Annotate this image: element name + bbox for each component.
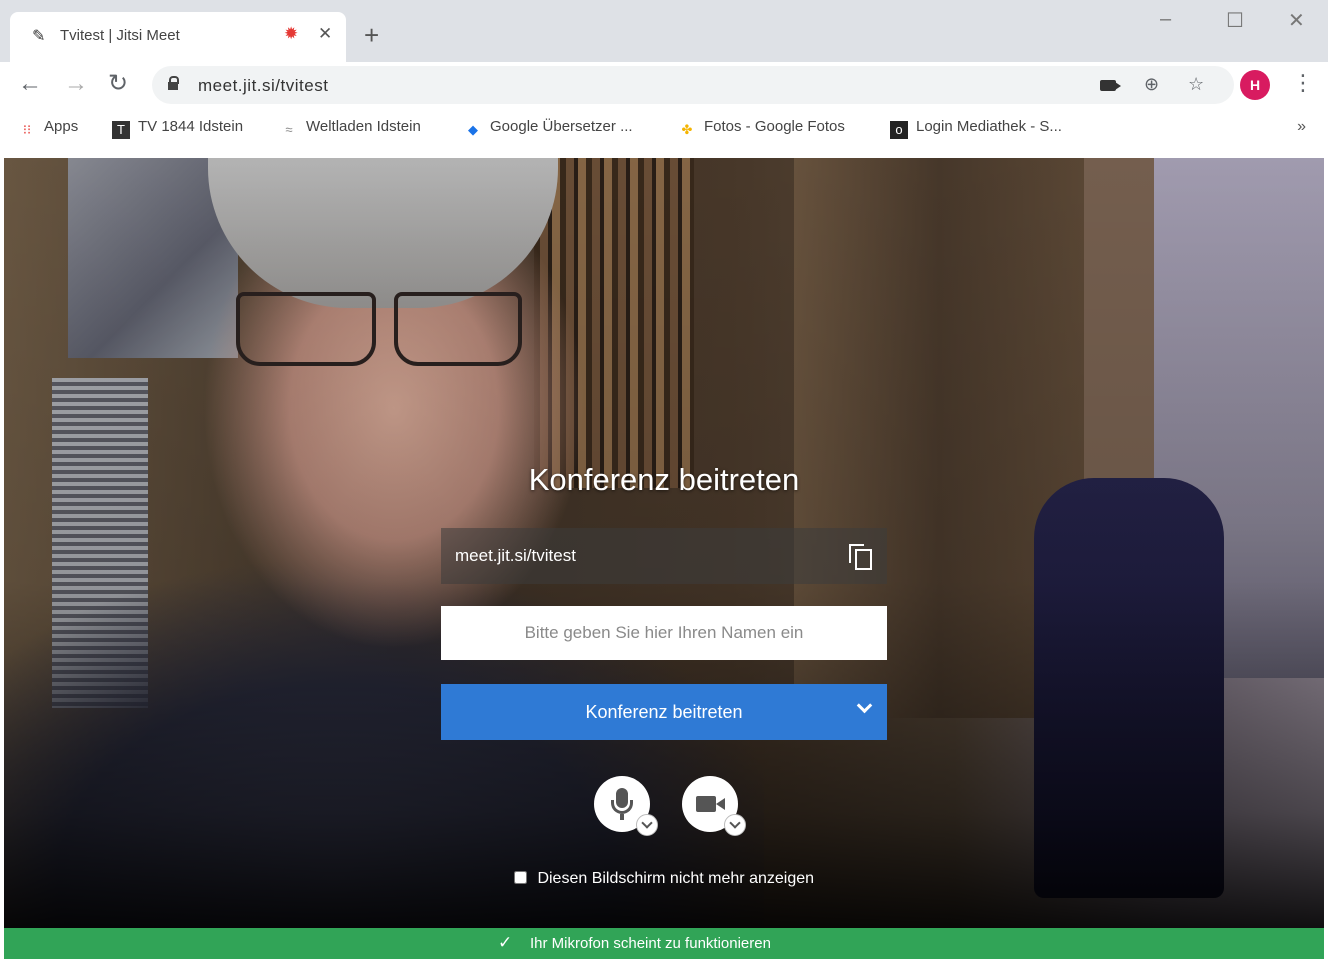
- bookmark-google-photos[interactable]: ✤ Fotos - Google Fotos: [678, 118, 845, 139]
- tab-title: Tvitest | Jitsi Meet: [60, 27, 180, 44]
- jitsi-icon: ✎: [32, 28, 46, 45]
- microphone-options-chevron-icon[interactable]: [636, 814, 658, 836]
- camera-lens: [716, 798, 725, 810]
- lock-icon[interactable]: [168, 76, 179, 90]
- tab-close-icon[interactable]: ✕: [318, 24, 332, 44]
- bookmark-star-icon[interactable]: ☆: [1188, 74, 1204, 95]
- tab-strip: ✎ Tvitest | Jitsi Meet ✹ ✕ + – ☐ ✕: [0, 0, 1328, 62]
- check-icon: ✓: [498, 933, 513, 952]
- microphone-foot: [620, 814, 624, 820]
- translate-icon: ◆: [468, 122, 478, 137]
- reload-icon[interactable]: ↻: [108, 70, 128, 98]
- address-bar[interactable]: meet.jit.si/tvitest ⊕ ☆: [152, 66, 1234, 104]
- prejoin-title: Konferenz beitreten: [528, 462, 800, 497]
- mic-status-bar: ✓ Ihr Mikrofon scheint zu funktionieren: [4, 928, 1324, 959]
- join-meeting-button[interactable]: Konferenz beitreten: [441, 684, 887, 740]
- browser-toolbar: ← → ↻ meet.jit.si/tvitest ⊕ ☆ H ⋮: [0, 62, 1328, 108]
- browser-tab[interactable]: ✎ Tvitest | Jitsi Meet ✹ ✕: [10, 12, 346, 62]
- bookmark-apps[interactable]: ⁝⁝ Apps: [18, 118, 78, 139]
- bookmarks-bar: ⁝⁝ Apps T TV 1844 Idstein ≈ Weltladen Idste…: [0, 108, 1328, 150]
- mediathek-icon: o: [890, 121, 908, 139]
- microphone-stand: [611, 800, 633, 814]
- dont-show-again-option[interactable]: Diesen Bildschirm nicht mehr anzeigen: [4, 870, 1324, 888]
- camera-in-use-icon[interactable]: [1100, 80, 1121, 91]
- address-url[interactable]: meet.jit.si/tvitest: [198, 76, 328, 96]
- room-url-box: meet.jit.si/tvitest: [441, 528, 887, 584]
- camera-toggle-button[interactable]: [682, 776, 746, 836]
- translate-page-icon[interactable]: ⊕: [1144, 74, 1159, 95]
- audio-playing-icon[interactable]: ✹: [284, 24, 298, 44]
- browser-menu-icon[interactable]: ⋮: [1292, 70, 1314, 96]
- profile-avatar[interactable]: H: [1240, 70, 1270, 100]
- camera-preview: Konferenz beitreten meet.jit.si/tvitest …: [4, 158, 1324, 928]
- tv-club-icon: T: [112, 121, 130, 139]
- display-name-input[interactable]: [441, 606, 887, 660]
- back-arrow-icon[interactable]: ←: [18, 70, 42, 98]
- new-tab-button[interactable]: +: [364, 20, 379, 50]
- bookmark-tv-idstein[interactable]: T TV 1844 Idstein: [112, 118, 243, 139]
- browser-chrome: ✎ Tvitest | Jitsi Meet ✹ ✕ + – ☐ ✕ ← → ↻…: [0, 0, 1328, 158]
- minimize-icon[interactable]: –: [1160, 8, 1171, 31]
- weltladen-icon: ≈: [285, 122, 293, 137]
- join-button-label: Konferenz beitreten: [585, 702, 743, 722]
- copy-icon[interactable]: [849, 544, 872, 570]
- forward-arrow-icon[interactable]: →: [64, 70, 88, 98]
- bookmark-mediathek[interactable]: o Login Mediathek - S...: [890, 118, 1062, 139]
- microphone-toggle-button[interactable]: [594, 776, 658, 836]
- bookmarks-overflow-icon[interactable]: »: [1297, 118, 1306, 136]
- camera-options-chevron-icon[interactable]: [724, 814, 746, 836]
- dont-show-again-checkbox[interactable]: [513, 871, 527, 884]
- mic-status-text: Ihr Mikrofon scheint zu funktionieren: [530, 935, 771, 952]
- chevron-down-icon[interactable]: [857, 700, 871, 714]
- bookmark-weltladen[interactable]: ≈ Weltladen Idstein: [280, 118, 420, 139]
- google-photos-icon: ✤: [681, 122, 693, 137]
- bookmark-google-translate[interactable]: ◆ Google Übersetzer ...: [464, 118, 633, 139]
- dont-show-again-label: Diesen Bildschirm nicht mehr anzeigen: [537, 870, 815, 887]
- maximize-icon[interactable]: ☐: [1226, 8, 1244, 33]
- room-url: meet.jit.si/tvitest: [455, 546, 576, 565]
- apps-grid-icon: ⁝⁝: [22, 122, 32, 137]
- camera-icon: [696, 796, 716, 812]
- close-window-icon[interactable]: ✕: [1288, 8, 1305, 33]
